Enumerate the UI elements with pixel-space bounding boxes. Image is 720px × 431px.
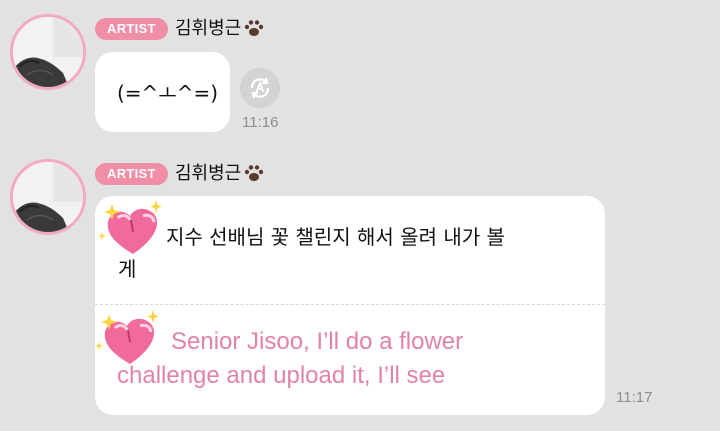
paw-icon (243, 163, 265, 189)
sender-name: 김휘병근 (175, 163, 265, 189)
message-text: (=^ㅗ^=) (117, 81, 219, 105)
translate-icon (250, 77, 270, 99)
avatar-photo (13, 17, 83, 87)
translation-line-2: challenge and upload it, I’ll see (117, 362, 446, 389)
sender-name-text: 김휘병근 (175, 163, 242, 184)
sender-name: 김휘병근 (175, 18, 265, 44)
artist-badge: ARTIST (95, 163, 168, 185)
message-bubble: (=^ㅗ^=) (95, 52, 230, 132)
avatar[interactable] (10, 159, 86, 235)
artist-badge: ARTIST (95, 18, 168, 40)
avatar-photo (13, 162, 83, 232)
translation-divider (95, 304, 605, 305)
message-bubble: 지수 선배님 꽃 챌린지 해서 올려 내가 볼 게 Senior Jisoo, … (95, 196, 605, 415)
timestamp: 11:17 (616, 389, 653, 406)
translation-line-1: Senior Jisoo, I’ll do a flower (171, 328, 464, 355)
sender-name-text: 김휘병근 (175, 18, 242, 39)
paw-icon (243, 18, 265, 44)
peach-heart-sparkle-emoji (98, 198, 168, 262)
avatar[interactable] (10, 14, 86, 90)
translate-button[interactable] (240, 68, 280, 108)
korean-line-2: 게 (118, 257, 137, 281)
timestamp: 11:16 (242, 114, 279, 131)
korean-line-1: 지수 선배님 꽃 챌린지 해서 올려 내가 볼 (166, 225, 505, 249)
